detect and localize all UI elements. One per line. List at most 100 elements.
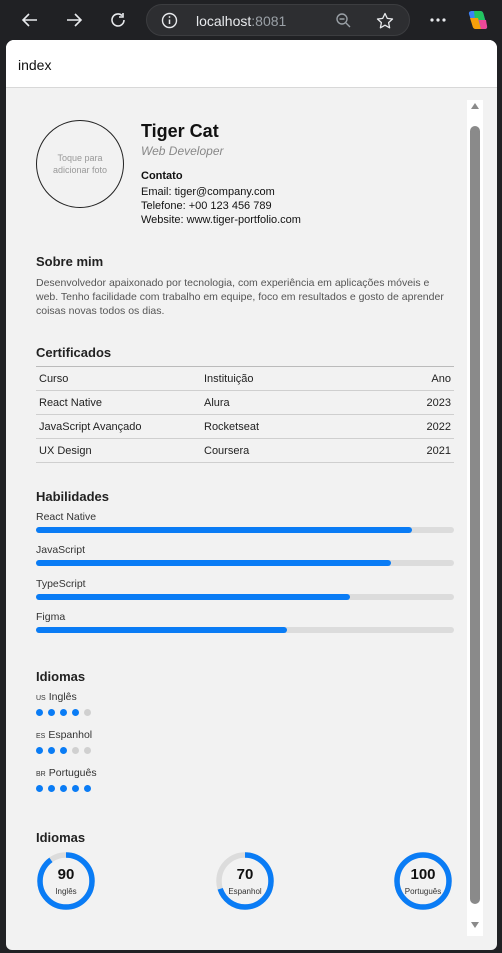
skill-bar-fill [36,627,287,633]
certificates-title: Certificados [36,345,112,360]
language-rating [36,747,91,754]
avatar-hint: Toque para adicionar foto [52,153,108,175]
skill-label: Figma [36,611,66,623]
more-menu-button[interactable] [424,6,452,34]
rating-dot [72,785,79,792]
progress-ring-label: Espanhol [228,887,262,896]
about-title: Sobre mim [36,254,104,269]
language-name: Português [48,767,97,779]
progress-ring-label: Inglês [55,887,77,896]
profile-role: Web Developer [141,144,224,158]
column-header: Curso [39,373,69,385]
language-progress-title: Idiomas [36,830,86,845]
table-cell: Rocketseat [204,421,260,433]
skills-title: Habilidades [36,489,109,504]
table-row: JavaScript Avançado Rocketseat 2022 [36,415,454,439]
contact-website: Website: www.tiger-portfolio.com [141,214,301,226]
rating-dot [84,785,91,792]
reload-icon [111,13,125,27]
rating-dot [60,747,67,754]
rating-dot [48,709,55,716]
table-row: React Native Alura 2023 [36,391,454,415]
rating-dot [84,709,91,716]
certificates-table: Curso Instituição Ano React Native Alura… [36,366,454,463]
address-text[interactable]: localhost:8081 [196,13,286,29]
copilot-icon[interactable] [466,8,490,32]
contact-phone: Telefone: +00 123 456 789 [141,200,272,212]
rating-dot [36,747,43,754]
back-button[interactable] [16,6,44,34]
skill-bar [36,527,454,533]
language-label: ES Espanhol [36,729,92,741]
rating-dot [72,709,79,716]
site-info-icon[interactable] [161,12,178,29]
contact-email: Email: tiger@company.com [141,186,275,198]
scrollbar[interactable] [467,100,483,936]
scroll-up-arrow-icon[interactable] [471,103,479,109]
table-cell: UX Design [39,445,92,457]
address-bar[interactable]: localhost:8081 [146,4,410,36]
table-header-row: Curso Instituição Ano [36,367,454,391]
skill-label: React Native [36,511,97,523]
skill-bar [36,627,454,633]
language-label: US Inglês [36,691,77,703]
address-port: :8081 [251,13,287,29]
table-cell: React Native [39,397,102,409]
language-name: Espanhol [48,729,93,741]
language-code: BR [36,771,46,778]
profile-name: Tiger Cat [141,121,219,141]
progress-ring-value: 90 [57,866,75,883]
browser-toolbar: localhost:8081 [0,0,502,40]
progress-ring-value: 70 [236,866,254,883]
rating-dot [84,747,91,754]
contact-title: Contato [141,170,183,182]
table-cell: JavaScript Avançado [39,421,142,433]
language-rating [36,709,91,716]
column-header: Instituição [204,373,254,385]
table-cell: Alura [204,397,230,409]
forward-button[interactable] [60,6,88,34]
rating-dot [60,785,67,792]
table-cell: 2021 [426,445,451,457]
progress-ring-label: Português [404,887,442,896]
progress-ring-value: 100 [410,866,436,883]
language-code: ES [36,733,46,740]
rating-dot [36,785,43,792]
progress-ring: 90 Inglês [36,851,96,911]
skill-bar-fill [36,594,350,600]
favorite-star-icon[interactable] [376,12,394,30]
column-header: Ano [431,373,451,385]
skill-bar-fill [36,527,413,533]
progress-ring: 70 Espanhol [215,851,275,911]
rating-dot [72,747,79,754]
back-arrow-icon [21,13,37,27]
address-host: localhost [196,13,252,29]
rating-dot [36,709,43,716]
progress-ring: 100 Português [393,851,453,911]
table-row: UX Design Coursera 2021 [36,439,454,463]
language-label: BR Português [36,767,97,779]
language-name: Inglês [48,691,77,703]
skill-bar-fill [36,560,392,566]
table-cell: 2023 [426,397,451,409]
language-rating [36,785,91,792]
about-text: Desenvolvedor apaixonado por tecnologia,… [36,277,444,317]
more-dots-icon [430,18,446,22]
page-window: index Toque para adicionar foto Tiger Ca… [6,40,497,950]
page-title: index [18,57,52,73]
scroll-down-arrow-icon[interactable] [471,922,479,928]
forward-arrow-icon [67,13,83,27]
rating-dot [60,709,67,716]
reload-button[interactable] [104,6,132,34]
skill-bar [36,594,454,600]
avatar-photo-picker[interactable]: Toque para adicionar foto [36,120,124,208]
skill-label: TypeScript [36,578,86,590]
scrollbar-thumb[interactable] [470,126,480,904]
table-cell: Coursera [204,445,250,457]
table-cell: 2022 [426,421,451,433]
page-header: index [6,40,497,88]
skill-label: JavaScript [36,544,86,556]
zoom-out-icon[interactable] [335,12,352,29]
languages-title: Idiomas [36,669,86,684]
rating-dot [48,747,55,754]
